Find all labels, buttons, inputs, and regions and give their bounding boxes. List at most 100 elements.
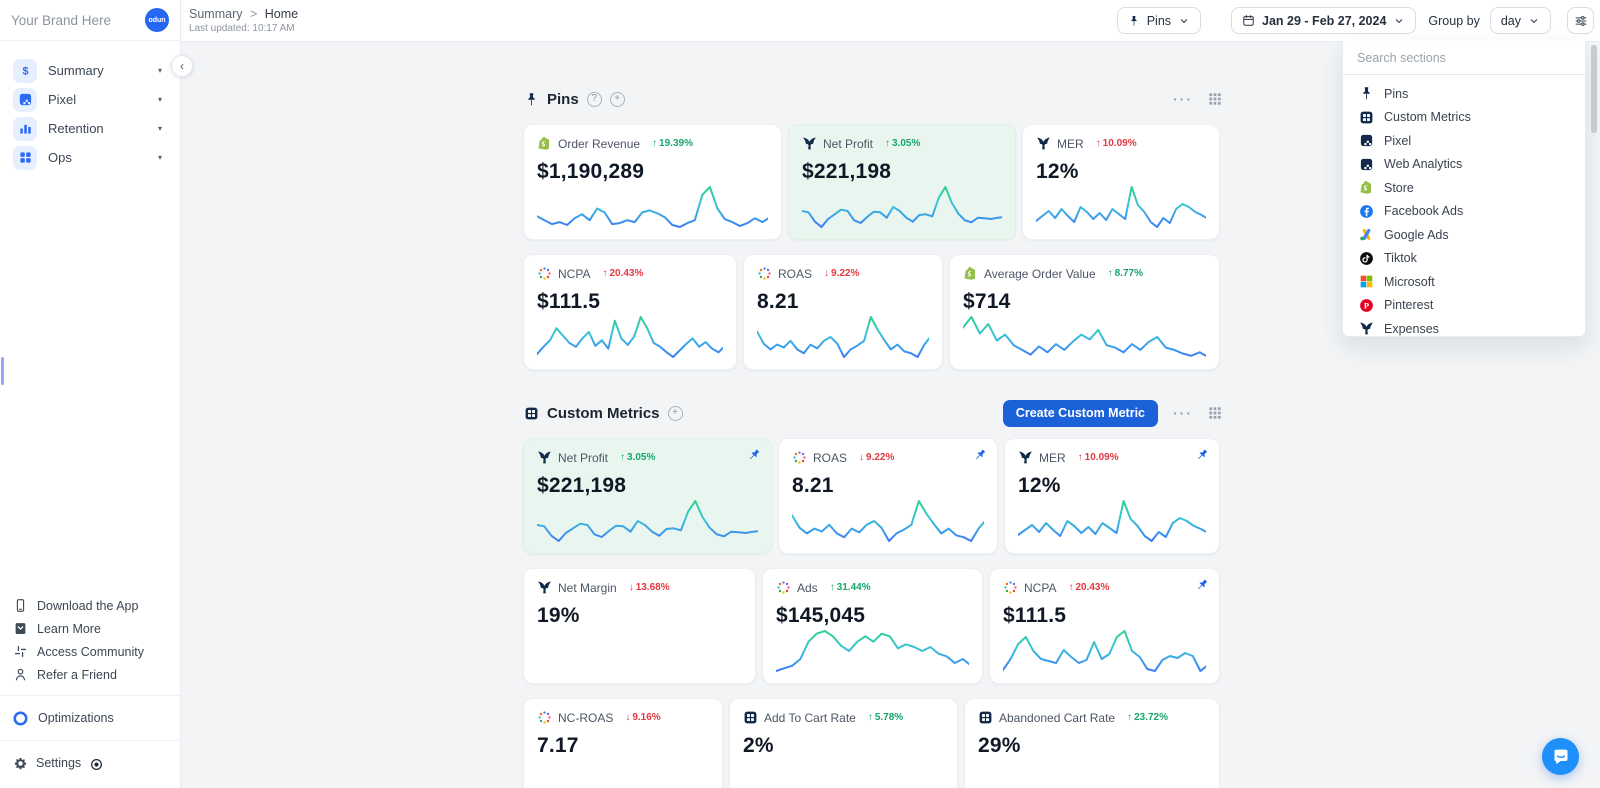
metric-card-abandoned-cart-rate[interactable]: Abandoned Cart Rate ↑ 23.72% 29%	[964, 698, 1220, 788]
more-options-icon[interactable]: ···	[1173, 406, 1193, 420]
metric-card-order-revenue[interactable]: Order Revenue ↑ 19.39% $1,190,289	[523, 124, 782, 240]
metric-change: ↑ 10.09%	[1095, 138, 1137, 149]
trend-arrow-icon: ↓	[824, 268, 830, 279]
metric-change: ↓ 13.68%	[628, 582, 670, 593]
date-range-button[interactable]: Jan 29 - Feb 27, 2024	[1231, 7, 1417, 34]
blend-icon	[757, 266, 772, 281]
sidebar-item-summary[interactable]: $ Summary ▾	[9, 56, 171, 85]
sidebar-item-settings[interactable]: Settings	[0, 750, 180, 776]
sections-settings-button[interactable]	[1567, 7, 1594, 34]
target-icon	[89, 757, 103, 770]
metric-change: ↑ 10.09%	[1077, 452, 1119, 463]
page-scrollbar[interactable]	[1591, 45, 1597, 133]
sidebar-item-access-community[interactable]: Access Community	[0, 640, 180, 663]
panel-item-microsoft[interactable]: Microsoft	[1343, 270, 1585, 294]
panel-item-facebook-ads[interactable]: Facebook Ads	[1343, 200, 1585, 224]
trend-arrow-icon: ↑	[1077, 452, 1083, 463]
metric-card-net-margin[interactable]: Net Margin ↓ 13.68% 19%	[523, 568, 756, 684]
pinned-icon[interactable]	[1195, 448, 1209, 462]
sidebar-item-ops[interactable]: Ops ▾	[9, 143, 171, 172]
chat-button[interactable]	[1542, 738, 1579, 775]
trend-arrow-icon: ↑	[1107, 268, 1113, 279]
metric-card-roas[interactable]: ROAS ↓ 9.22% 8.21	[743, 254, 943, 370]
panel-item-expenses[interactable]: Expenses	[1343, 317, 1585, 341]
metric-card-ncpa[interactable]: NCPA ↑ 20.43% $111.5	[989, 568, 1220, 684]
optimizations-ring-icon	[12, 710, 29, 727]
metric-value: $714	[963, 290, 1011, 313]
sidebar-item-download-the-app[interactable]: Download the App	[0, 594, 180, 617]
blend-icon	[1003, 580, 1018, 595]
settings-label: Settings	[36, 756, 82, 770]
metric-card-net-profit[interactable]: Net Profit ↑ 3.05% $221,198	[788, 124, 1016, 240]
metric-change: ↑ 3.05%	[620, 452, 656, 463]
metric-card-roas[interactable]: ROAS ↓ 9.22% 8.21	[778, 438, 998, 554]
shopify-icon	[963, 266, 978, 281]
last-updated: Last updated: 10:17 AM	[189, 23, 295, 34]
metric-card-ncpa[interactable]: NCPA ↑ 20.43% $111.5	[523, 254, 737, 370]
panel-item-pinterest[interactable]: P Pinterest	[1343, 294, 1585, 318]
panel-item-google-ads[interactable]: Google Ads	[1343, 223, 1585, 247]
pinned-icon[interactable]	[747, 448, 761, 462]
metric-card-add-to-cart-rate[interactable]: Add To Cart Rate ↑ 5.78% 2%	[729, 698, 958, 788]
metric-card-ads[interactable]: Ads ↑ 31.44% $145,045	[762, 568, 983, 684]
calculator-icon	[1358, 109, 1374, 125]
trend-arrow-icon: ↑	[1127, 712, 1133, 723]
sidebar-item-retention[interactable]: Retention ▾	[9, 114, 171, 143]
panel-item-label: Pinterest	[1384, 298, 1434, 313]
avatar[interactable]: odun	[145, 8, 169, 32]
pinned-icon[interactable]	[973, 448, 987, 462]
panel-item-pins[interactable]: Pins	[1343, 82, 1585, 106]
create-custom-metric-button[interactable]: Create Custom Metric	[1002, 399, 1158, 427]
add-metric-icon[interactable]: +	[667, 405, 683, 421]
custom-metrics-section-title: Custom Metrics	[547, 404, 660, 422]
sparkline	[537, 314, 723, 358]
sidebar-item-refer-a-friend[interactable]: Refer a Friend	[0, 663, 180, 686]
pin-icon	[1128, 14, 1140, 28]
panel-item-pixel[interactable]: Pixel	[1343, 129, 1585, 153]
metric-value: 29%	[978, 734, 1021, 757]
pins-dropdown-button[interactable]: Pins	[1116, 7, 1202, 34]
breadcrumb-summary[interactable]: Summary	[189, 7, 242, 21]
panel-item-label: Google Ads	[1384, 227, 1449, 242]
breadcrumb-separator: >	[249, 7, 258, 21]
sidebar-collapse-button[interactable]: ‹	[171, 55, 193, 77]
help-icon[interactable]: ?	[586, 91, 602, 107]
group-by-value: day	[1500, 13, 1521, 28]
pins-section-title: Pins	[547, 90, 579, 108]
group-by-select[interactable]: day	[1489, 7, 1551, 34]
metric-card-mer[interactable]: MER ↑ 10.09% 12%	[1004, 438, 1220, 554]
metric-name: Average Order Value	[984, 266, 1096, 281]
panel-item-custom-metrics[interactable]: Custom Metrics	[1343, 106, 1585, 130]
sparkline	[537, 498, 758, 542]
pinned-icon[interactable]	[1195, 578, 1209, 592]
panel-item-label: Facebook Ads	[1384, 204, 1464, 219]
metric-card-mer[interactable]: MER ↑ 10.09% 12%	[1022, 124, 1220, 240]
brand-row: Your Brand Here odun	[0, 0, 180, 41]
drag-grid-icon[interactable]	[1208, 92, 1222, 106]
sidebar-item-optimizations[interactable]: Optimizations	[0, 705, 180, 731]
metric-name: Net Margin	[558, 580, 617, 595]
panel-item-label: Store	[1384, 180, 1414, 195]
add-metric-icon[interactable]: +	[609, 91, 625, 107]
panel-item-web-analytics[interactable]: Web Analytics	[1343, 153, 1585, 177]
optimizations-label: Optimizations	[38, 711, 114, 725]
trend-arrow-icon: ↓	[625, 712, 631, 723]
sidebar-nav: $ Summary ▾ Pixel ▾ Retention ▾ Ops ▾	[0, 41, 180, 172]
metric-card-average-order-value[interactable]: Average Order Value ↑ 8.77% $714	[949, 254, 1220, 370]
search-sections-input[interactable]	[1343, 41, 1585, 74]
panel-item-tiktok[interactable]: Tiktok	[1343, 247, 1585, 271]
metric-card-net-profit[interactable]: Net Profit ↑ 3.05% $221,198	[523, 438, 772, 554]
sparkline	[963, 314, 1206, 358]
sidebar-item-learn-more[interactable]: Learn More	[0, 617, 180, 640]
chevron-down-icon	[1528, 15, 1540, 27]
breadcrumb-home[interactable]: Home	[265, 7, 298, 21]
metric-card-nc-roas[interactable]: NC-ROAS ↓ 9.16% 7.17	[523, 698, 723, 788]
more-options-icon[interactable]: ···	[1173, 92, 1193, 106]
sidebar-item-label: Ops	[48, 150, 72, 165]
left-sidebar: Your Brand Here odun $ Summary ▾ Pixel ▾ Rete…	[0, 0, 181, 788]
trend-arrow-icon: ↑	[1095, 138, 1101, 149]
drag-grid-icon[interactable]	[1208, 406, 1222, 420]
panel-item-store[interactable]: Store	[1343, 176, 1585, 200]
footer-item-label: Learn More	[37, 621, 101, 636]
sidebar-item-pixel[interactable]: Pixel ▾	[9, 85, 171, 114]
